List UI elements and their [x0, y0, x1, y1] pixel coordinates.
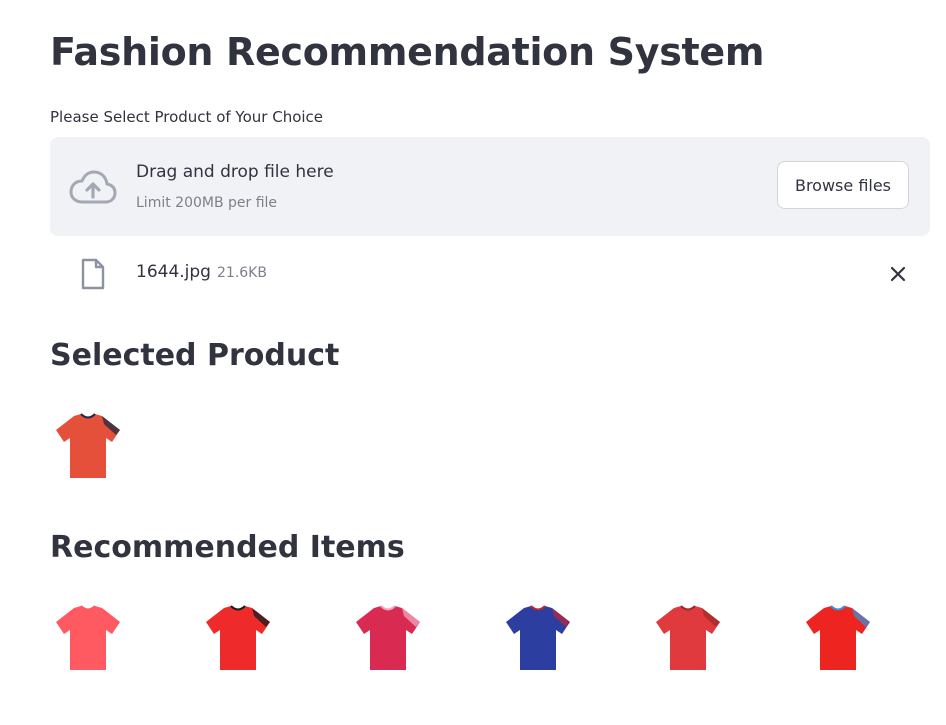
cloud-upload-icon: [69, 170, 117, 204]
browse-files-button[interactable]: Browse files: [777, 161, 909, 209]
recommended-item-image: [656, 605, 720, 670]
recommended-items-heading: Recommended Items: [50, 530, 405, 565]
recommended-item-image: [206, 605, 270, 670]
uploader-label: Please Select Product of Your Choice: [50, 108, 324, 126]
close-icon[interactable]: [888, 264, 908, 284]
selected-product-heading: Selected Product: [50, 338, 340, 373]
dropzone-limit: Limit 200MB per file: [136, 195, 278, 211]
file-icon: [81, 258, 105, 290]
uploaded-file-row: 1644.jpg 21.6KB: [50, 250, 920, 298]
recommended-item-image: [806, 605, 870, 670]
recommended-item-image: [356, 605, 420, 670]
dropzone-instructions: Drag and drop file here: [136, 162, 334, 182]
uploaded-file-size: 21.6KB: [217, 265, 267, 281]
uploaded-file-name: 1644.jpg: [136, 262, 211, 282]
recommended-item-image: [56, 605, 120, 670]
recommended-item-image: [506, 605, 570, 670]
file-dropzone[interactable]: Drag and drop file here Limit 200MB per …: [50, 137, 930, 236]
selected-product-image: [56, 413, 120, 478]
page-title: Fashion Recommendation System: [50, 30, 765, 74]
